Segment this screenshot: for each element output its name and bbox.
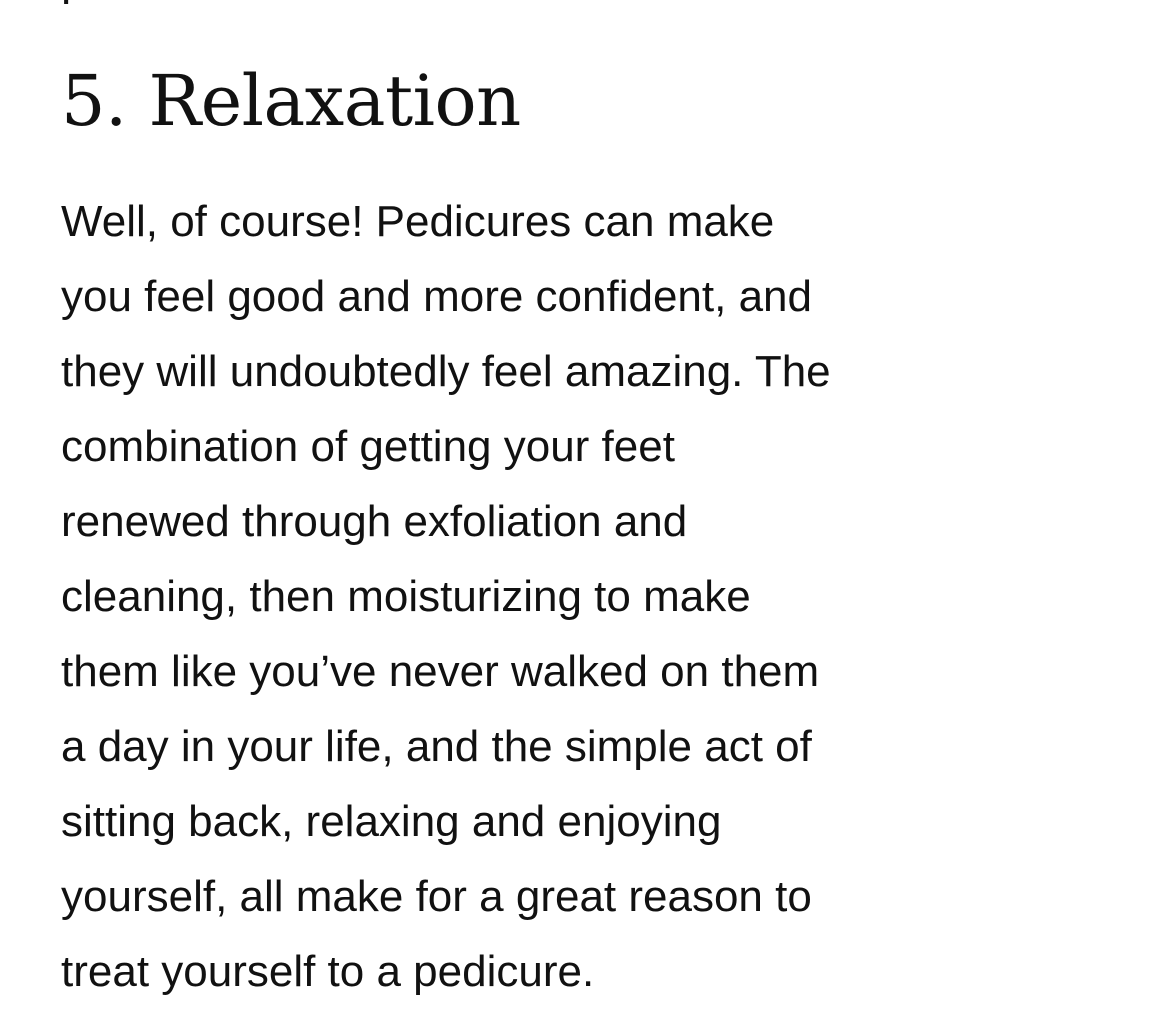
paragraph-line: renewed through exfoliation and [61, 497, 688, 546]
paragraph-line: them like you’ve never walked on them [61, 647, 820, 696]
paragraph-line: combination of getting your feet [61, 422, 675, 471]
paragraph-line: cleaning, then moisturizing to make [61, 572, 751, 621]
paragraph-line: treat yourself to a pedicure. [61, 947, 595, 996]
paragraph-line: a day in your life, and the simple act o… [61, 722, 812, 771]
paragraph-line: Well, of course! Pedicures can make [61, 197, 775, 246]
paragraph-line: you feel good and more confident, and [61, 272, 812, 321]
paragraph-line: they will undoubtedly feel amazing. The [61, 347, 831, 396]
paragraph-line: yourself, all make for a great reason to [61, 872, 812, 921]
clipped-previous-text: p [61, 0, 75, 4]
section-heading: 5. Relaxation [61, 60, 521, 142]
section-paragraph: Well, of course! Pedicures can make you … [61, 184, 921, 1009]
paragraph-line: sitting back, relaxing and enjoying [61, 797, 722, 846]
